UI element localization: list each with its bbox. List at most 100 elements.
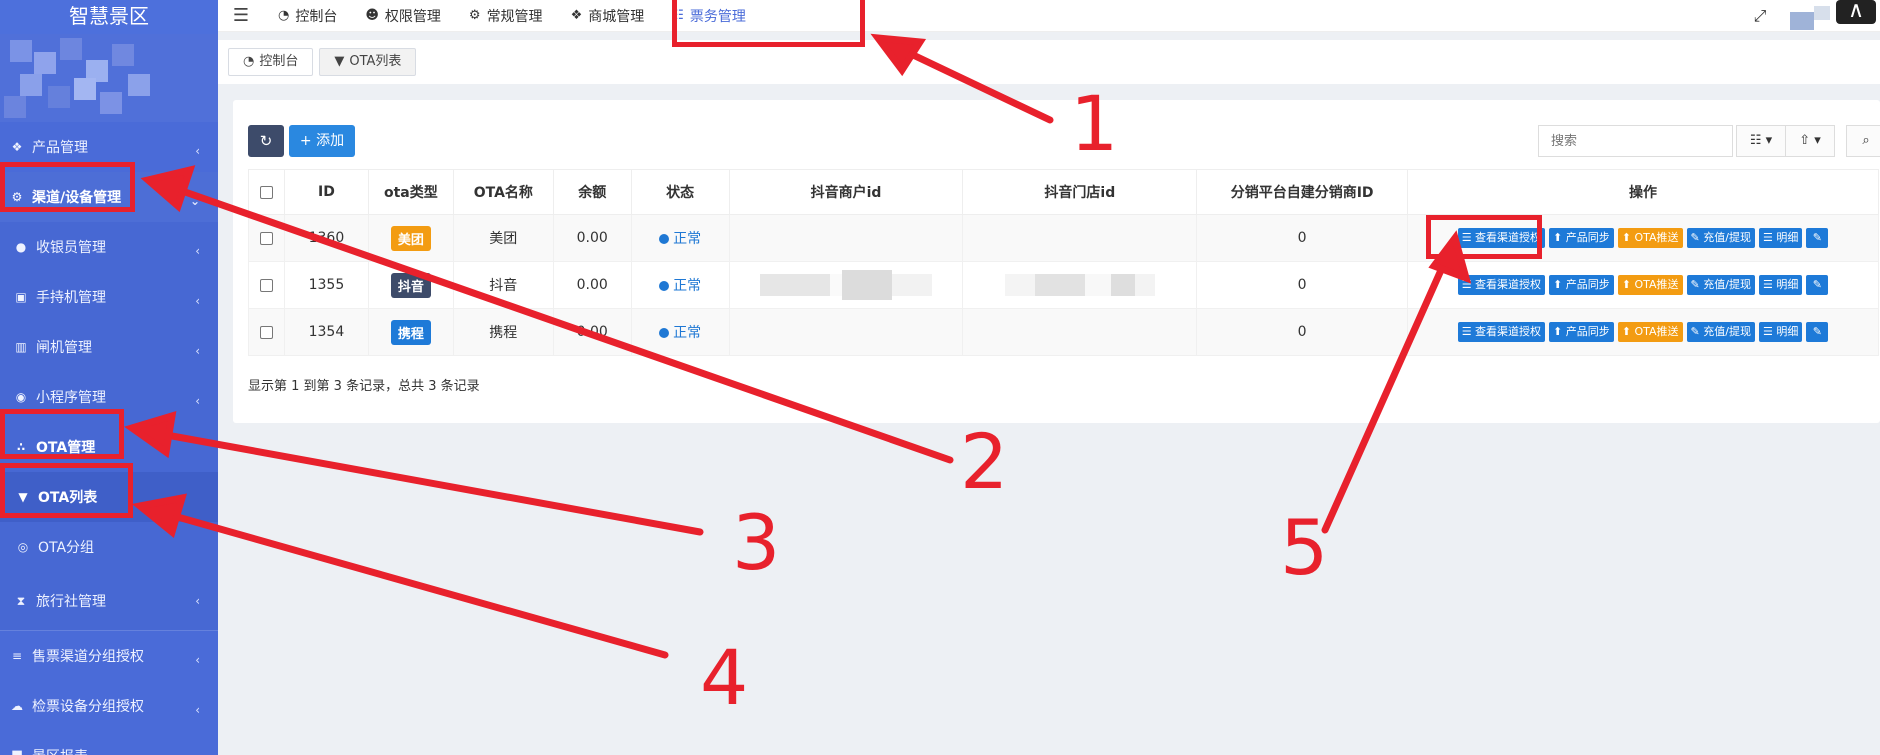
chevron-left-icon: ‹ [195,653,200,667]
col-ota-name[interactable]: OTA名称 [452,169,554,215]
recharge-withdraw-button[interactable]: ✎ 充值/提现 [1686,228,1755,248]
product-sync-button[interactable]: ⬆ 产品同步 [1549,322,1614,342]
row-checkbox[interactable] [259,325,273,339]
edit-button[interactable]: ✎ [1806,275,1829,295]
product-sync-button[interactable]: ⬆ 产品同步 [1549,275,1614,295]
cell-balance: 0.00 [552,214,632,262]
sidebar-item-checkin-device-group[interactable]: ☁ 检票设备分组授权 ‹ [0,681,218,731]
search-input[interactable] [1538,125,1733,157]
topnav-label: 商城管理 [588,8,645,25]
op-label: OTA推送 [1634,231,1679,244]
chevron-down-icon: ⌄ [189,194,200,208]
topnav-shop[interactable]: ❖ 商城管理 [557,0,659,32]
op-label: 产品同步 [1565,278,1610,291]
ota-push-button[interactable]: ⬆ OTA推送 [1617,228,1683,248]
cell-dist-id: 0 [1196,308,1409,356]
users-icon: ☻ [365,8,379,23]
recharge-withdraw-button[interactable]: ✎ 充值/提现 [1686,275,1755,295]
recharge-withdraw-button[interactable]: ✎ 充值/提现 [1686,322,1755,342]
cell-store-id [962,308,1198,356]
tab-label: 控制台 [259,54,299,69]
details-button[interactable]: ☰ 明细 [1758,228,1803,248]
search-button[interactable]: ⌕ [1846,125,1880,157]
gate-icon: ▥ [15,340,27,354]
sidebar-item-gate[interactable]: ▥ 闸机管理 ‹ [0,322,218,372]
view-channel-auth-button[interactable]: ☰ 查看渠道授权 [1457,275,1546,295]
database-icon: ≡ [11,649,23,663]
topnav-dashboard[interactable]: ◔ 控制台 [264,0,351,32]
col-douyin-store[interactable]: 抖音门店id [962,169,1198,215]
sidebar-item-sales-channel-group[interactable]: ≡ 售票渠道分组授权 ‹ [0,631,218,681]
col-id[interactable]: ID [283,169,369,215]
cell-merchant-id [728,308,964,356]
annotation-number-2: 2 [960,417,1009,506]
ota-push-button[interactable]: ⬆ OTA推送 [1617,275,1683,295]
edit-button[interactable]: ✎ [1806,322,1829,342]
op-label: OTA推送 [1634,325,1679,338]
circle-icon: ◎ [17,540,29,554]
ota-type-badge: 携程 [390,319,431,345]
dashboard-icon: ◔ [243,54,255,69]
ota-type-badge: 美团 [390,225,431,251]
avatar [0,34,218,122]
product-sync-button[interactable]: ⬆ 产品同步 [1549,228,1614,248]
sidebar-item-label: 手持机管理 [36,290,106,306]
menu-toggle-icon[interactable]: ☰ [218,5,264,26]
view-channel-auth-button[interactable]: ☰ 查看渠道授权 [1457,322,1546,342]
col-ota-type[interactable]: ota类型 [367,169,454,215]
chevron-up-icon[interactable]: ∧ [1836,0,1876,24]
pencil-icon: ✎ [1812,278,1822,291]
tag-icon: ❖ [11,140,23,154]
refresh-button[interactable]: ↻ [248,125,284,157]
row-checkbox[interactable] [259,231,273,245]
sidebar-item-handheld[interactable]: ▣ 手持机管理 ‹ [0,272,218,322]
row-checkbox[interactable] [259,278,273,292]
col-distributor-id[interactable]: 分销平台自建分销商ID [1196,169,1409,215]
annotation-number-5: 5 [1280,503,1329,592]
status-dot-icon [659,328,670,338]
tab-ota-list[interactable]: ▼ OTA列表 [319,48,417,76]
edit-button[interactable]: ✎ [1806,228,1829,248]
sidebar-item-cashier[interactable]: ● 收银员管理 ‹ [0,222,218,272]
op-label: 充值/提现 [1703,278,1751,291]
op-label: 查看渠道授权 [1475,278,1542,291]
export-button[interactable]: ⇧ ▾ [1785,125,1835,157]
topnav-general[interactable]: ⚙ 常规管理 [455,0,557,32]
sidebar-item-ota-group[interactable]: ◎ OTA分组 [0,522,218,572]
cell-status: 正常 [630,214,730,262]
topnav-permissions[interactable]: ☻ 权限管理 [351,0,455,32]
sidebar-item-label: 检票设备分组授权 [32,699,144,715]
details-button[interactable]: ☰ 明细 [1758,275,1803,295]
redacted-text [760,274,831,296]
op-label: 产品同步 [1565,231,1610,244]
pagination-info: 显示第 1 到第 3 条记录，总共 3 条记录 [248,379,480,394]
annotation-number-4: 4 [700,633,749,722]
pencil-icon: ✎ [1812,325,1822,338]
sidebar-item-travel-agency[interactable]: ⧗ 旅行社管理 ‹ [0,572,218,630]
add-button[interactable]: + 添加 [289,125,355,157]
annotation-number-1: 1 [1070,79,1119,168]
col-status[interactable]: 状态 [630,169,730,215]
cell-name: 携程 [452,308,554,356]
user-avatar[interactable] [1780,0,1836,32]
fullscreen-icon[interactable]: ⤢ [1740,6,1780,26]
sidebar-item-report[interactable]: ▇ 景区报表 ‹ [0,731,218,755]
table-row: 1355 抖音 抖音 0.00 正常 0 ☰ 查看渠道授权 ⬆ 产品同步 ⬆ O… [248,261,1879,309]
select-all-cell [248,169,285,215]
cell-id: 1360 [283,214,369,262]
col-balance[interactable]: 余额 [552,169,632,215]
details-button[interactable]: ☰ 明细 [1758,322,1803,342]
col-douyin-merchant[interactable]: 抖音商户id [728,169,964,215]
ota-push-button[interactable]: ⬆ OTA推送 [1617,322,1683,342]
op-label: 明细 [1776,278,1799,291]
op-label: 明细 [1776,231,1799,244]
chevron-left-icon: ‹ [195,344,200,358]
columns-toggle-button[interactable]: ☷ ▾ [1736,125,1786,157]
cell-balance: 0.00 [552,261,632,309]
tab-dashboard[interactable]: ◔ 控制台 [228,48,314,76]
cloud-icon: ☁ [11,699,23,713]
chevron-left-icon: ‹ [195,594,200,608]
wechat-icon: ◉ [15,390,27,404]
chevron-left-icon: ‹ [195,703,200,717]
select-all-checkbox[interactable] [259,185,273,199]
